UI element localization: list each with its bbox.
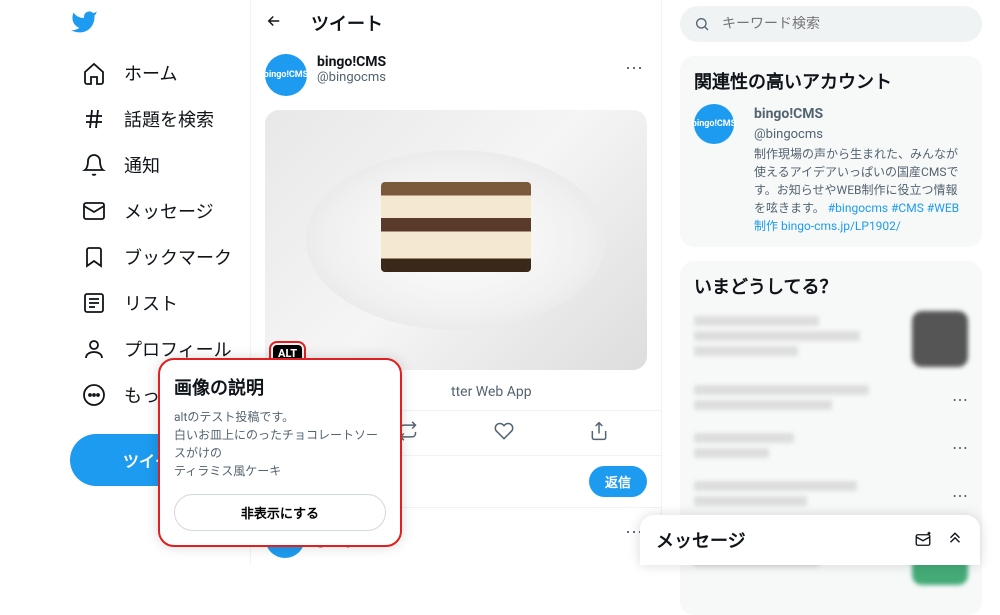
bookmark-icon: [82, 245, 106, 269]
trend-item[interactable]: [694, 311, 968, 367]
list-icon: [82, 291, 106, 315]
related-title: 関連性の高いアカウント: [694, 68, 968, 94]
related-handle[interactable]: @bingocms: [754, 125, 968, 145]
more-icon[interactable]: ⋯: [952, 390, 968, 409]
more-circle-icon: [82, 383, 106, 407]
bell-icon: [82, 153, 106, 177]
messages-drawer[interactable]: メッセージ: [640, 515, 980, 565]
new-message-icon[interactable]: [914, 531, 932, 549]
nav-lists[interactable]: リスト: [70, 280, 250, 326]
media-image: [265, 110, 647, 370]
search-input[interactable]: [722, 16, 968, 32]
page-header: ツイート: [251, 0, 661, 46]
more-icon[interactable]: ⋯: [952, 486, 968, 505]
expand-icon[interactable]: [946, 531, 964, 549]
right-sidebar: 関連性の高いアカウント bingo!CMS bingo!CMS @bingocm…: [662, 0, 1000, 565]
nav-label: 通知: [124, 152, 160, 178]
nav-explore[interactable]: 話題を検索: [70, 96, 250, 142]
alt-popup-body: altのテスト投稿です。 白いお皿上にのったチョコレートソースがけの ティラミス…: [174, 408, 386, 480]
tweet-header: bingo!CMS bingo!CMS @bingocms ⋯: [251, 46, 661, 104]
share-icon[interactable]: [589, 421, 609, 445]
mail-icon: [82, 199, 106, 223]
more-icon[interactable]: ⋯: [621, 54, 647, 96]
retweet-icon[interactable]: [398, 421, 418, 445]
trend-item[interactable]: ⋯: [694, 481, 968, 511]
avatar[interactable]: bingo!CMS: [694, 104, 734, 144]
trend-item[interactable]: ⋯: [694, 433, 968, 463]
search-box[interactable]: [680, 6, 982, 42]
nav-bookmarks[interactable]: ブックマーク: [70, 234, 250, 280]
person-icon: [82, 337, 106, 361]
like-icon[interactable]: [494, 421, 514, 445]
nav-home[interactable]: ホーム: [70, 50, 250, 96]
twitter-logo[interactable]: [70, 8, 250, 40]
nav-label: ブックマーク: [124, 244, 232, 270]
user-name[interactable]: bingo!CMS: [317, 54, 621, 70]
search-icon: [694, 16, 710, 32]
reply-button[interactable]: 返信: [589, 466, 647, 497]
home-icon: [82, 61, 106, 85]
alt-hide-button[interactable]: 非表示にする: [174, 494, 386, 531]
tweet-media[interactable]: ALT: [265, 110, 647, 370]
user-handle[interactable]: @bingocms: [317, 70, 621, 85]
nav-label: ホーム: [124, 60, 177, 86]
avatar[interactable]: bingo!CMS: [265, 54, 307, 96]
alt-text-popup: 画像の説明 altのテスト投稿です。 白いお皿上にのったチョコレートソースがけの…: [160, 360, 400, 545]
related-card: 関連性の高いアカウント bingo!CMS bingo!CMS @bingocm…: [680, 56, 982, 247]
nav-label: リスト: [124, 290, 178, 316]
trend-item[interactable]: ⋯: [694, 385, 968, 415]
back-icon[interactable]: [265, 12, 283, 34]
alt-popup-title: 画像の説明: [174, 374, 386, 400]
page-title: ツイート: [311, 10, 383, 36]
nav-messages[interactable]: メッセージ: [70, 188, 250, 234]
nav-label: 話題を検索: [124, 106, 214, 132]
nav-label: プロフィール: [124, 336, 232, 362]
messages-title: メッセージ: [656, 527, 900, 553]
more-icon[interactable]: ⋯: [952, 438, 968, 457]
hash-icon: [82, 107, 106, 131]
related-link[interactable]: bingo-cms.jp/LP1902/: [781, 219, 901, 233]
related-name[interactable]: bingo!CMS: [754, 104, 968, 125]
trends-title: いまどうしてる？: [694, 273, 968, 299]
nav-notifications[interactable]: 通知: [70, 142, 250, 188]
nav-label: メッセージ: [124, 198, 214, 224]
